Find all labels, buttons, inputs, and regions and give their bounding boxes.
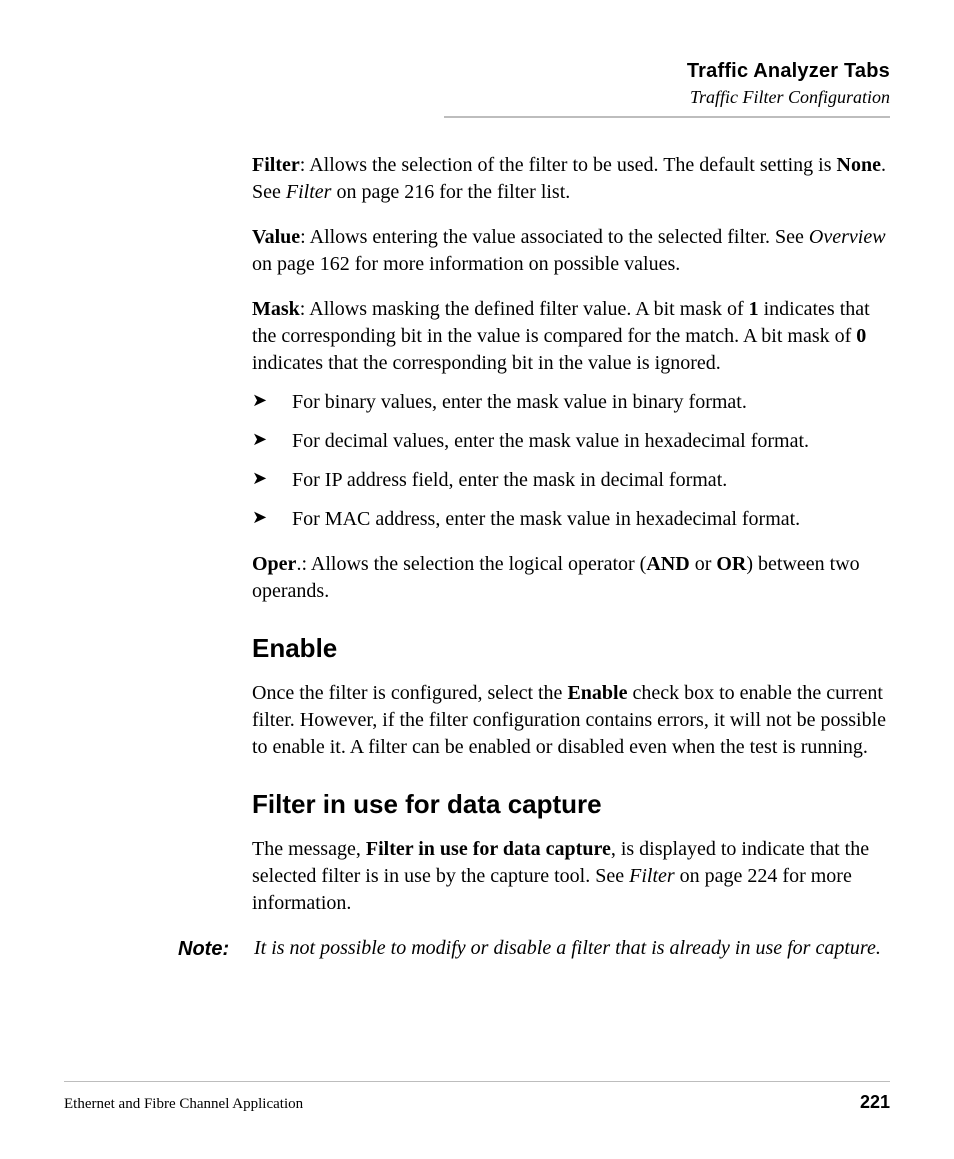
italic-filter-ref: Filter [286, 181, 332, 203]
page-footer: Ethernet and Fibre Channel Application 2… [64, 1081, 890, 1113]
list-item-text: For MAC address, enter the mask value in… [292, 508, 800, 530]
paragraph-filter-in-use: The message, Filter in use for data capt… [252, 836, 890, 917]
arrow-icon: ➤ [252, 469, 267, 487]
text: or [690, 553, 717, 575]
note-block: Note: It is not possible to modify or di… [178, 935, 890, 963]
text: on page 216 for the filter list. [331, 181, 570, 203]
list-item-text: For IP address field, enter the mask in … [292, 469, 727, 491]
header-rule [444, 116, 890, 118]
paragraph-value: Value: Allows entering the value associa… [252, 224, 890, 278]
text: The message, [252, 838, 366, 860]
text: Once the filter is configured, select th… [252, 682, 567, 704]
bold-one: 1 [749, 298, 759, 320]
label-oper: Oper [252, 553, 296, 575]
bold-zero: 0 [856, 325, 866, 347]
paragraph-mask: Mask: Allows masking the defined filter … [252, 296, 890, 377]
body-content: Filter: Allows the selection of the filt… [252, 152, 890, 917]
list-item-text: For binary values, enter the mask value … [292, 391, 747, 413]
text: : Allows entering the value associated t… [300, 226, 809, 248]
running-head-title: Traffic Analyzer Tabs [64, 60, 890, 83]
list-item-text: For decimal values, enter the mask value… [292, 430, 809, 452]
label-value: Value [252, 226, 300, 248]
note-body: It is not possible to modify or disable … [254, 935, 890, 962]
mask-bullet-list: ➤ For binary values, enter the mask valu… [252, 389, 890, 533]
heading-filter-in-use: Filter in use for data capture [252, 787, 890, 822]
paragraph-oper: Oper.: Allows the selection the logical … [252, 551, 890, 605]
list-item: ➤ For MAC address, enter the mask value … [252, 506, 890, 533]
footer-title: Ethernet and Fibre Channel Application [64, 1096, 303, 1113]
note-label: Note: [178, 935, 252, 963]
bold-none: None [837, 154, 881, 176]
text: : Allows the selection of the filter to … [300, 154, 837, 176]
paragraph-filter: Filter: Allows the selection of the filt… [252, 152, 890, 206]
arrow-icon: ➤ [252, 508, 267, 526]
arrow-icon: ➤ [252, 430, 267, 448]
running-head: Traffic Analyzer Tabs Traffic Filter Con… [64, 60, 890, 108]
arrow-icon: ➤ [252, 391, 267, 409]
bold-filter-in-use: Filter in use for data capture [366, 838, 611, 860]
text: : Allows masking the defined filter valu… [300, 298, 749, 320]
text: on page 162 for more information on poss… [252, 253, 680, 275]
label-filter: Filter [252, 154, 300, 176]
label-mask: Mask [252, 298, 300, 320]
running-head-subtitle: Traffic Filter Configuration [64, 87, 890, 108]
bold-or: OR [716, 553, 746, 575]
list-item: ➤ For binary values, enter the mask valu… [252, 389, 890, 416]
italic-overview-ref: Overview [809, 226, 886, 248]
heading-enable: Enable [252, 631, 890, 666]
italic-filter-ref2: Filter [629, 865, 675, 887]
page-number: 221 [860, 1092, 890, 1113]
bold-and: AND [646, 553, 689, 575]
text: .: Allows the selection the logical oper… [296, 553, 646, 575]
list-item: ➤ For IP address field, enter the mask i… [252, 467, 890, 494]
list-item: ➤ For decimal values, enter the mask val… [252, 428, 890, 455]
paragraph-enable: Once the filter is configured, select th… [252, 680, 890, 761]
bold-enable: Enable [567, 682, 627, 704]
page: Traffic Analyzer Tabs Traffic Filter Con… [0, 0, 954, 1159]
text: indicates that the corresponding bit in … [252, 352, 721, 374]
